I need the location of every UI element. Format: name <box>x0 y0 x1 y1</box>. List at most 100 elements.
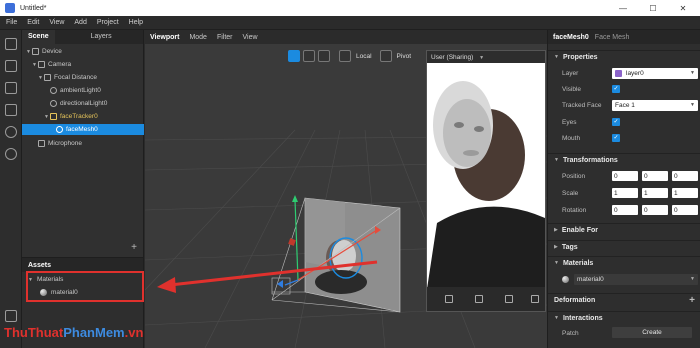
camera-switch-icon[interactable] <box>475 295 483 303</box>
menu-edit[interactable]: Edit <box>27 19 39 26</box>
rotation-x-input[interactable]: 0 <box>612 205 638 215</box>
tab-layers[interactable]: Layers <box>85 30 118 44</box>
visible-label: Visible <box>562 85 582 93</box>
row-mouth: Mouth ✓ <box>548 131 700 145</box>
tracked-face-select[interactable]: Face 1 ▼ <box>612 99 698 111</box>
video-icon[interactable] <box>5 60 17 72</box>
tracked-face-label: Tracked Face <box>562 101 602 109</box>
menu-help[interactable]: Help <box>129 19 143 26</box>
tree-item-label: ambientLight0 <box>60 87 101 94</box>
section-enable-for[interactable]: ▶ Enable For <box>548 223 700 236</box>
maximize-button[interactable]: ☐ <box>642 0 664 16</box>
section-transformations[interactable]: ▼ Transformations <box>548 153 700 166</box>
tab-viewport[interactable]: Viewport <box>150 34 179 41</box>
minimize-button[interactable]: — <box>612 0 634 16</box>
scale-x-input[interactable]: 1 <box>612 188 638 198</box>
caret-down-icon[interactable]: ▼ <box>554 157 559 163</box>
phone-icon[interactable] <box>505 295 513 303</box>
mouth-checkbox[interactable]: ✓ <box>612 134 620 142</box>
caret-down-icon[interactable]: ▼ <box>554 260 559 266</box>
search-icon[interactable] <box>5 148 17 160</box>
row-eyes: Eyes ✓ <box>548 115 700 129</box>
menu-file[interactable]: File <box>6 19 17 26</box>
cube-icon[interactable] <box>339 50 351 62</box>
close-button[interactable]: ✕ <box>672 0 694 16</box>
eyes-checkbox[interactable]: ✓ <box>612 118 620 126</box>
tree-item-microphone[interactable]: Microphone <box>22 138 144 149</box>
local-toggle[interactable]: Local <box>356 53 372 60</box>
viewport-panel: Viewport Mode Filter View Local Pivot Us… <box>145 30 547 348</box>
caret-right-icon[interactable]: ▶ <box>554 227 558 233</box>
tree-item-label: Focal Distance <box>54 74 97 81</box>
rotate-tool-icon[interactable] <box>303 50 315 62</box>
menu-bar: File Edit View Add Project Help <box>0 16 700 30</box>
caret-down-icon[interactable]: ▼ <box>554 54 559 60</box>
rotation-z-input[interactable]: 0 <box>672 205 698 215</box>
tree-item-focal-distance[interactable]: ▼ Focal Distance <box>22 72 144 83</box>
preview-header[interactable]: User (Sharing) ▼ <box>427 51 545 63</box>
position-y-input[interactable]: 0 <box>642 171 668 181</box>
section-materials[interactable]: ▼ Materials <box>548 256 700 269</box>
caret-right-icon[interactable]: ▶ <box>554 244 558 250</box>
watermark-text: .vn <box>124 325 144 340</box>
watermark-text: Thuat <box>27 325 64 340</box>
position-z-input[interactable]: 0 <box>672 171 698 181</box>
add-deformation-button[interactable]: + <box>689 295 695 306</box>
pivot-icon[interactable] <box>379 50 392 62</box>
tree-item-face-mesh[interactable]: faceMesh0 <box>22 124 144 135</box>
caret-down-icon[interactable]: ▼ <box>554 315 559 321</box>
layout-icon[interactable] <box>5 38 17 50</box>
section-deformation[interactable]: Deformation + <box>548 293 700 306</box>
square-icon[interactable] <box>5 104 17 116</box>
tree-item-directional-light[interactable]: directionalLight0 <box>22 98 144 109</box>
move-tool-icon[interactable] <box>288 50 300 62</box>
pivot-toggle[interactable]: Pivot <box>397 53 411 60</box>
device-icon <box>32 48 39 55</box>
light-icon <box>50 87 57 94</box>
tree-item-label: Camera <box>48 61 72 68</box>
scale-z-input[interactable]: 1 <box>672 188 698 198</box>
scale-y-input[interactable]: 1 <box>642 188 668 198</box>
layer-color-swatch <box>615 69 622 77</box>
menu-project[interactable]: Project <box>97 19 119 26</box>
watermark-text: PhanMem <box>63 325 125 340</box>
scale-tool-icon[interactable] <box>318 50 330 62</box>
tab-scene[interactable]: Scene <box>22 30 55 44</box>
section-tags[interactable]: ▶ Tags <box>548 240 700 253</box>
create-patch-button[interactable]: Create <box>612 327 692 338</box>
chevron-down-icon[interactable]: ▼ <box>479 55 484 61</box>
window-title: Untitled* <box>20 4 47 12</box>
menu-add[interactable]: Add <box>74 19 86 26</box>
menu-filter[interactable]: Filter <box>217 34 233 41</box>
video-icon[interactable] <box>445 295 453 303</box>
section-interactions[interactable]: ▼ Interactions <box>548 311 700 324</box>
folder-icon[interactable] <box>5 310 17 322</box>
add-object-button[interactable]: + <box>131 242 137 253</box>
rotation-y-input[interactable]: 0 <box>642 205 668 215</box>
focal-distance-icon <box>44 74 51 81</box>
material-select[interactable]: material0 ▼ <box>574 273 698 285</box>
tree-item-device[interactable]: ▼ Device <box>22 46 144 57</box>
face-tracker-icon <box>50 113 57 120</box>
visible-checkbox[interactable]: ✓ <box>612 85 620 93</box>
menu-view-options[interactable]: View <box>243 34 258 41</box>
tree-item-ambient-light[interactable]: ambientLight0 <box>22 85 144 96</box>
highlight-box <box>26 271 144 302</box>
inspector-header: faceMesh0 Face Mesh <box>548 30 700 44</box>
menu-view[interactable]: View <box>49 19 64 26</box>
layer-label: Layer <box>562 69 579 77</box>
layer-select[interactable]: layer0 ▼ <box>612 67 698 79</box>
image-icon[interactable] <box>5 82 17 94</box>
position-x-input[interactable]: 0 <box>612 171 638 181</box>
row-visible: Visible ✓ <box>548 82 700 96</box>
eyes-label: Eyes <box>562 118 577 126</box>
tree-item-face-tracker[interactable]: ▼ faceTracker0 <box>22 111 144 122</box>
menu-mode[interactable]: Mode <box>189 34 207 41</box>
section-label: Interactions <box>562 314 603 322</box>
section-properties[interactable]: ▼ Properties <box>548 50 700 63</box>
chevron-down-icon: ▼ <box>690 102 695 108</box>
menu-icon[interactable] <box>531 295 539 303</box>
tree-item-camera[interactable]: ▼ Camera <box>22 59 144 70</box>
preview-screen <box>427 63 545 289</box>
refresh-icon[interactable] <box>5 126 17 138</box>
